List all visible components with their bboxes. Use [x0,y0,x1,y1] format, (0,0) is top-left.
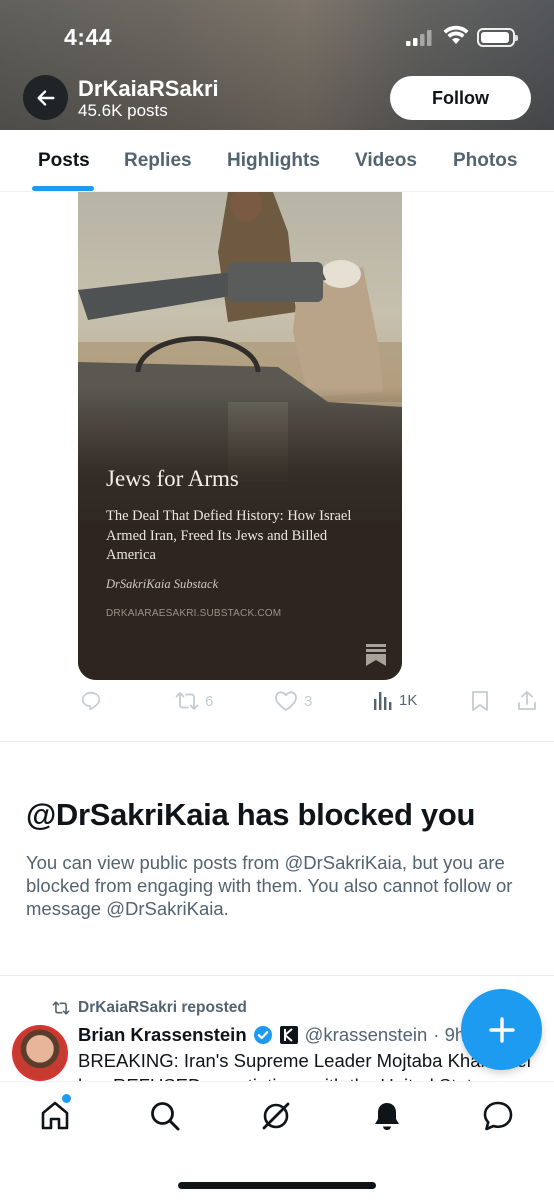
repost-button[interactable]: 6 [175,690,213,712]
compose-button[interactable] [461,989,542,1070]
divider [0,975,554,976]
battery-icon [477,28,518,47]
profile-name: DrKaiaRSakri [78,76,219,101]
reply-button[interactable] [80,690,108,712]
home-icon [41,1101,69,1130]
views-count: 1K [399,691,418,709]
profile-post-count: 45.6K posts [78,101,168,120]
tab-replies[interactable]: Replies [124,150,192,172]
active-tab-indicator [32,186,94,191]
profile-tabs: Posts Replies Highlights Videos Photos [0,130,554,192]
unread-indicator [62,1094,71,1103]
blocked-message: You can view public posts from @DrSakriK… [26,852,513,919]
views-button[interactable]: 1K [373,690,417,710]
affiliate-badge-icon [279,1026,298,1044]
grok-icon [262,1102,290,1130]
tweet-author-handle[interactable]: @krassenstein [305,1024,428,1046]
blocked-title: @DrSakriKaia has blocked you [26,797,476,832]
card-subtitle: The Deal That Defied History: How Israel… [106,508,352,563]
bookmark-icon [472,691,488,711]
share-icon [518,691,536,710]
like-count: 3 [304,692,313,710]
plus-icon [488,1016,515,1043]
wifi-icon [443,25,469,44]
status-bar: 4:44 [0,22,554,54]
bell-icon [375,1103,399,1130]
repost-icon [175,692,199,710]
bookmark-button[interactable] [470,690,490,712]
home-indicator-bar[interactable] [178,1182,376,1189]
post-actions: 6 3 1K [0,690,554,720]
nav-notifications[interactable] [369,1098,405,1134]
bookmark-stack-icon [366,644,386,666]
profile-header: 4:44 DrKaiaRSakri 45.6K posts Follow [0,0,554,130]
repost-indicator[interactable]: DrKaiaRSakri reposted [52,999,247,1017]
share-button[interactable] [516,690,538,712]
like-button[interactable]: 3 [274,690,312,712]
repost-icon [52,1001,70,1015]
link-preview-card[interactable]: Jews for Arms The Deal That Defied Histo… [78,192,402,680]
messages-icon [483,1101,513,1131]
card-title: Jews for Arms [106,466,239,491]
cellular-signal-icon [406,30,432,46]
reply-icon [81,691,101,711]
arrow-left-icon [36,89,55,106]
verified-badge-icon [253,1026,272,1044]
tweet-author-name[interactable]: Brian Krassenstein [78,1024,247,1046]
card-url: DRKAIARAESAKRI.SUBSTACK.COM [106,608,282,619]
repost-count: 6 [205,692,214,710]
tab-highlights[interactable]: Highlights [227,150,320,172]
analytics-icon [374,692,392,710]
nav-home[interactable] [37,1098,73,1134]
tab-photos[interactable]: Photos [453,150,517,172]
nav-grok[interactable] [258,1098,294,1134]
avatar[interactable] [12,1025,68,1081]
back-button[interactable] [23,75,68,120]
tweet-header: Brian Krassenstein @krassenstein · 9h [78,1024,465,1046]
card-overlay [78,192,402,680]
reposted-by-label: DrKaiaRSakri reposted [78,999,247,1016]
tab-videos[interactable]: Videos [355,150,417,172]
status-time: 4:44 [64,24,113,50]
card-author: DrSakriKaia Substack [106,577,219,591]
tab-posts[interactable]: Posts [38,150,90,172]
nav-search[interactable] [147,1098,183,1134]
search-icon [151,1102,180,1131]
heart-icon [275,691,297,711]
divider [0,741,554,742]
nav-messages[interactable] [480,1098,516,1134]
follow-button[interactable]: Follow [390,76,531,120]
